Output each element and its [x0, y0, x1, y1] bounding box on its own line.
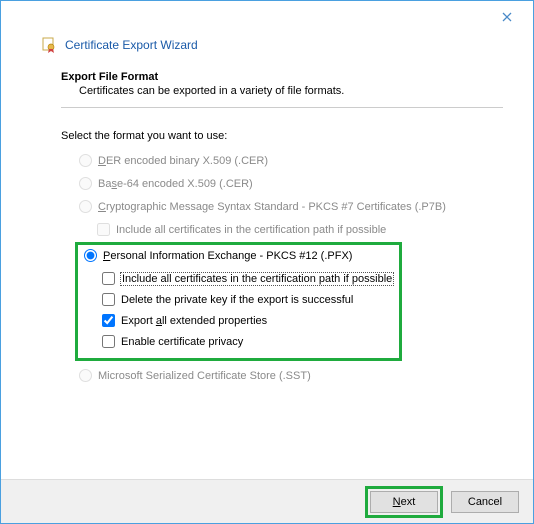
highlight-next: Next [365, 486, 443, 518]
wizard-title: Certificate Export Wizard [65, 38, 198, 52]
certificate-icon [41, 37, 57, 53]
option-base64: Base-64 encoded X.509 (.CER) [79, 177, 503, 190]
label-sst: Microsoft Serialized Certificate Store (… [98, 370, 311, 382]
format-prompt: Select the format you want to use: [61, 130, 503, 142]
option-pkcs7-include: Include all certificates in the certific… [97, 223, 503, 236]
option-pfx-enable-privacy[interactable]: Enable certificate privacy [102, 335, 393, 348]
option-pfx-delete-key[interactable]: Delete the private key if the export is … [102, 293, 393, 306]
option-pfx[interactable]: Personal Information Exchange - PKCS #12… [84, 249, 393, 262]
label-base64: Base-64 encoded X.509 (.CER) [98, 178, 253, 190]
radio-der [79, 154, 92, 167]
label-pkcs7-include: Include all certificates in the certific… [116, 224, 386, 236]
radio-sst [79, 369, 92, 382]
option-pfx-include-chain[interactable]: Include all certificates in the certific… [102, 272, 393, 285]
highlight-pfx-section: Personal Information Exchange - PKCS #12… [75, 242, 402, 361]
format-options: DER encoded binary X.509 (.CER) Base-64 … [61, 154, 503, 382]
checkbox-pfx-enable-privacy[interactable] [102, 335, 115, 348]
label-pfx-export-extended: Export all extended properties [121, 315, 267, 327]
wizard-window: Certificate Export Wizard Export File Fo… [0, 0, 534, 524]
radio-pfx[interactable] [84, 249, 97, 262]
titlebar [1, 1, 533, 33]
close-button[interactable] [487, 3, 527, 31]
radio-base64 [79, 177, 92, 190]
checkbox-pkcs7-include [97, 223, 110, 236]
label-pfx-delete-key: Delete the private key if the export is … [121, 294, 353, 306]
option-pkcs7: Cryptographic Message Syntax Standard - … [79, 200, 503, 213]
checkbox-pfx-include-chain[interactable] [102, 272, 115, 285]
option-pfx-export-extended[interactable]: Export all extended properties [102, 314, 393, 327]
checkbox-pfx-delete-key[interactable] [102, 293, 115, 306]
wizard-footer: Next Cancel [1, 479, 533, 523]
section-title: Export File Format [61, 71, 503, 83]
divider [61, 107, 503, 108]
label-der: DER encoded binary X.509 (.CER) [98, 155, 268, 167]
label-pkcs7: Cryptographic Message Syntax Standard - … [98, 201, 446, 213]
checkbox-pfx-export-extended[interactable] [102, 314, 115, 327]
next-button[interactable]: Next [370, 491, 438, 513]
radio-pkcs7 [79, 200, 92, 213]
label-pfx-include-chain: Include all certificates in the certific… [121, 273, 393, 285]
label-pfx-enable-privacy: Enable certificate privacy [121, 336, 243, 348]
section-description: Certificates can be exported in a variet… [61, 85, 503, 97]
label-pfx: Personal Information Exchange - PKCS #12… [103, 250, 352, 262]
cancel-button[interactable]: Cancel [451, 491, 519, 513]
option-der: DER encoded binary X.509 (.CER) [79, 154, 503, 167]
option-sst: Microsoft Serialized Certificate Store (… [79, 369, 503, 382]
close-icon [502, 12, 512, 22]
wizard-header: Certificate Export Wizard [1, 33, 533, 63]
wizard-content: Export File Format Certificates can be e… [1, 63, 533, 382]
